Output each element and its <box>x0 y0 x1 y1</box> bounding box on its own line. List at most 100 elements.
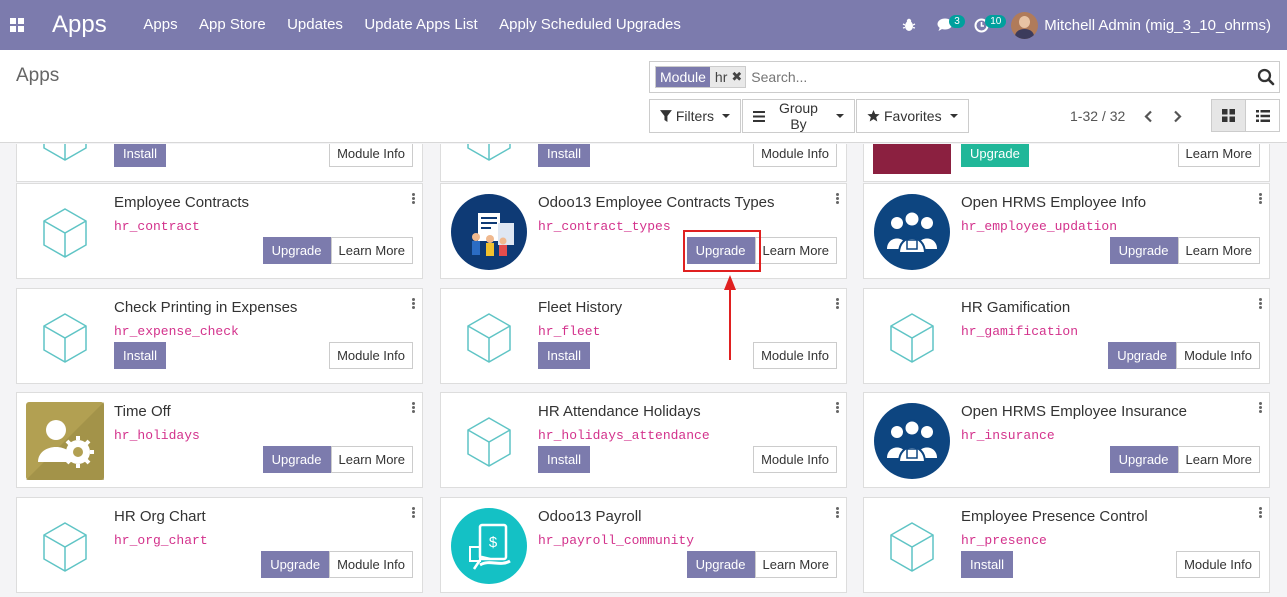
module-technical-name: hr_employee_updation <box>961 219 1118 234</box>
nav-item-updates[interactable]: Updates <box>276 0 353 50</box>
facet-remove-icon[interactable]: ✖ <box>731 67 742 87</box>
learn-more-button[interactable]: Learn More <box>330 237 413 264</box>
favorites-button[interactable]: Favorites <box>856 99 969 133</box>
group-by-button[interactable]: Group By <box>742 99 855 133</box>
upgrade-button[interactable]: Upgrade <box>1108 342 1177 369</box>
favorites-label: Favorites <box>884 108 942 124</box>
search-input[interactable] <box>751 69 1232 85</box>
module-title: Employee Contracts <box>114 194 250 211</box>
kanban-card-partial[interactable]: Install Module Info <box>440 144 847 182</box>
learn-more-button[interactable]: Learn More <box>1177 446 1260 473</box>
filters-label: Filters <box>675 108 714 124</box>
activities-clock-icon[interactable]: 10 <box>963 0 1007 50</box>
kanban-card[interactable]: Check Printing in Expenses hr_expense_che… <box>16 288 423 384</box>
install-button[interactable]: Install <box>538 342 590 369</box>
module-info-button[interactable]: Module Info <box>753 144 837 167</box>
card-menu-dots-icon[interactable] <box>412 298 416 310</box>
kanban-grid-icon <box>1222 109 1235 122</box>
card-menu-dots-icon[interactable] <box>836 193 840 205</box>
card-menu-dots-icon[interactable] <box>1259 507 1263 519</box>
upgrade-button[interactable]: Upgrade <box>262 237 331 264</box>
filters-button[interactable]: Filters <box>649 99 741 133</box>
card-menu-dots-icon[interactable] <box>836 298 840 310</box>
install-button[interactable]: Install <box>538 446 590 473</box>
install-button[interactable]: Install <box>538 144 590 167</box>
user-menu[interactable]: Mitchell Admin (mig_3_10_ohrms) <box>1011 11 1271 39</box>
module-info-button[interactable]: Module Info <box>753 446 837 473</box>
module-technical-name: hr_payroll_community <box>538 533 695 548</box>
module-app-icon <box>873 144 951 174</box>
module-technical-name: hr_holidays <box>114 428 200 443</box>
kanban-view-button[interactable] <box>1211 99 1246 132</box>
upgrade-button[interactable]: Upgrade <box>261 551 330 578</box>
card-menu-dots-icon[interactable] <box>836 507 840 519</box>
upgrade-button[interactable]: Upgrade <box>686 237 755 264</box>
kanban-card[interactable]: HR Gamification hr_gamification Upgrade Mod… <box>863 288 1270 384</box>
card-menu-dots-icon[interactable] <box>412 507 416 519</box>
nav-item-apps[interactable]: Apps <box>133 0 189 50</box>
module-info-button[interactable]: Module Info <box>329 342 413 369</box>
module-title: Employee Presence Control <box>961 508 1148 525</box>
card-menu-dots-icon[interactable] <box>412 193 416 205</box>
pager-previous-icon[interactable] <box>1138 106 1158 126</box>
learn-more-button[interactable]: Learn More <box>754 551 837 578</box>
upgrade-button[interactable]: Upgrade <box>262 446 331 473</box>
card-buttons: Upgrade Module Info <box>1108 342 1260 369</box>
kanban-card[interactable]: Open HRMS Employee Insurance hr_insurance… <box>863 392 1270 488</box>
kanban-card-partial[interactable]: Upgrade Learn More <box>863 144 1270 182</box>
kanban-card[interactable]: HR Org Chart hr_org_chart Upgrade Module In… <box>16 497 423 593</box>
card-menu-dots-icon[interactable] <box>412 402 416 414</box>
kanban-card[interactable]: Odoo13 Employee Contracts Types hr_contra… <box>440 183 847 279</box>
upgrade-button[interactable]: Upgrade <box>961 144 1029 167</box>
card-secondary: Learn More <box>1177 144 1260 167</box>
card-buttons: Upgrade Learn More <box>1109 446 1260 473</box>
kanban-card[interactable]: Employee Presence Control hr_presence Inst… <box>863 497 1270 593</box>
kanban-card[interactable]: Employee Contracts hr_contract Upgrade Lear… <box>16 183 423 279</box>
module-info-button[interactable]: Module Info <box>1176 551 1260 578</box>
nav-item-app-store[interactable]: App Store <box>188 0 276 50</box>
learn-more-button[interactable]: Learn More <box>1177 237 1260 264</box>
pager-next-icon[interactable] <box>1167 106 1187 126</box>
nav-item-apply-scheduled-upgrades[interactable]: Apply Scheduled Upgrades <box>488 0 691 50</box>
apps-menu-icon[interactable] <box>0 0 34 50</box>
list-view-button[interactable] <box>1245 99 1280 132</box>
install-button[interactable]: Install <box>961 551 1013 578</box>
module-info-button[interactable]: Module Info <box>329 551 413 578</box>
module-cube-icon <box>450 298 528 376</box>
learn-more-button[interactable]: Learn More <box>754 237 837 264</box>
card-menu-dots-icon[interactable] <box>1259 402 1263 414</box>
card-menu-dots-icon[interactable] <box>1259 193 1263 205</box>
module-technical-name: hr_expense_check <box>114 324 239 339</box>
module-info-button[interactable]: Module Info <box>329 144 413 167</box>
card-menu-dots-icon[interactable] <box>836 402 840 414</box>
learn-more-button[interactable]: Learn More <box>330 446 413 473</box>
svg-text:$: $ <box>489 534 498 551</box>
kanban-card[interactable]: HR Attendance Holidays hr_holidays_attend… <box>440 392 847 488</box>
kanban-card[interactable]: Fleet History hr_fleet Install Module Info <box>440 288 847 384</box>
pager-value[interactable]: 1-32 / 32 <box>1070 108 1125 124</box>
install-button[interactable]: Install <box>114 342 166 369</box>
nav-item-update-apps-list[interactable]: Update Apps List <box>354 0 489 50</box>
payroll-money-icon: $ <box>450 507 528 585</box>
card-menu-dots-icon[interactable] <box>1259 298 1263 310</box>
messages-icon[interactable]: 3 <box>927 0 965 50</box>
kanban-card[interactable]: Time Off hr_holidays Upgrade Learn More <box>16 392 423 488</box>
module-info-button[interactable]: Module Info <box>753 342 837 369</box>
module-title: HR Attendance Holidays <box>538 403 701 420</box>
install-button[interactable]: Install <box>114 144 166 167</box>
debug-bug-icon[interactable] <box>891 0 927 50</box>
employees-group-icon <box>873 193 951 271</box>
kanban-card-partial[interactable]: Install Module Info <box>16 144 423 182</box>
kanban-card[interactable]: Open HRMS Employee Info hr_employee_updat… <box>863 183 1270 279</box>
employees-group-icon <box>873 402 951 480</box>
chevron-down-icon <box>722 114 730 118</box>
search-icon[interactable] <box>1257 68 1275 86</box>
upgrade-button[interactable]: Upgrade <box>686 551 755 578</box>
list-bars-icon <box>753 110 765 122</box>
kanban-card[interactable]: $ Odoo13 Payroll hr_payroll_community Upgra… <box>440 497 847 593</box>
module-info-button[interactable]: Module Info <box>1176 342 1260 369</box>
upgrade-button[interactable]: Upgrade <box>1109 446 1178 473</box>
upgrade-button[interactable]: Upgrade <box>1109 237 1178 264</box>
module-cube-icon <box>450 402 528 480</box>
learn-more-button[interactable]: Learn More <box>1177 144 1260 167</box>
